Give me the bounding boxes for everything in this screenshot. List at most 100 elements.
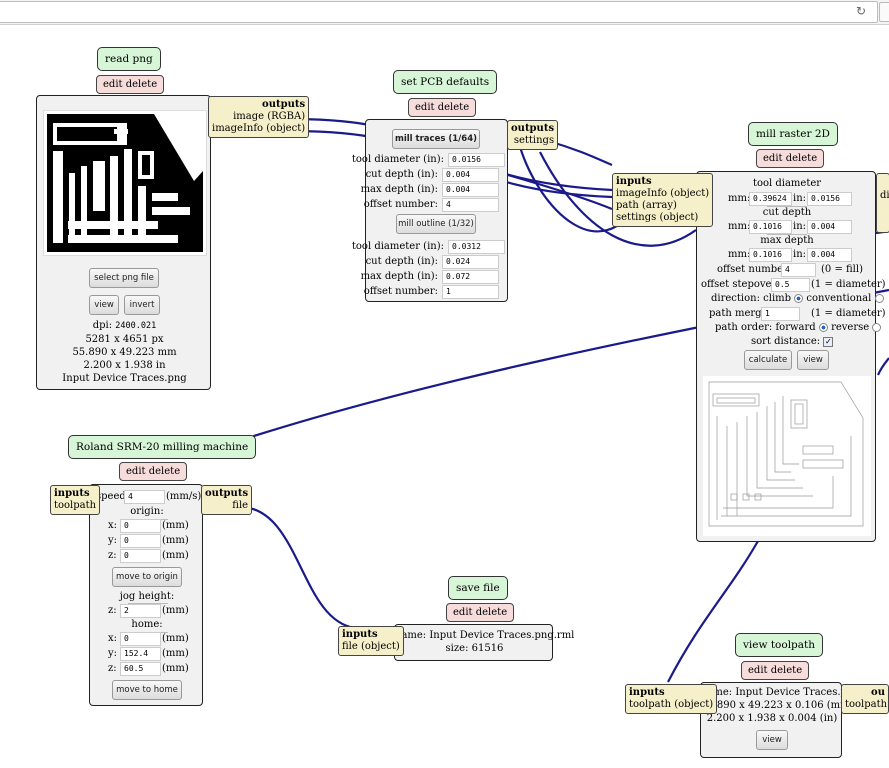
home-y-input[interactable]: 152.4: [120, 647, 161, 661]
roland-edit-delete: edit delete: [119, 462, 188, 481]
read-png-title[interactable]: read png: [97, 47, 161, 71]
mm-label: mm:: [728, 249, 751, 260]
cut-off-port[interactable]: di: [876, 173, 889, 233]
delete-link[interactable]: delete: [476, 607, 507, 618]
mill-raster-inputs[interactable]: inputs imageInfo (object) path (array) s…: [612, 173, 714, 227]
mm-label: mm:: [728, 193, 751, 204]
offset-number-label: offset number:: [363, 286, 438, 297]
mill-raster-edit-delete: edit delete: [756, 149, 825, 168]
max-depth-mm-input[interactable]: 0.1016: [749, 248, 792, 262]
view-toolpath-inputs[interactable]: inputs toolpath (object): [625, 684, 718, 714]
tool-diameter-in-input[interactable]: 0.0156: [807, 192, 852, 206]
home-z-input[interactable]: 60.5: [120, 662, 161, 676]
move-to-origin-button[interactable]: move to origin: [112, 567, 182, 587]
sort-distance-label: sort distance:: [751, 336, 821, 347]
speed-input[interactable]: 4: [124, 490, 165, 504]
pcb-defaults-outputs[interactable]: outputs settings: [507, 120, 559, 150]
conventional-radio[interactable]: [874, 294, 884, 303]
origin-y-input[interactable]: 0: [120, 534, 161, 548]
edit-link[interactable]: edit: [748, 665, 768, 676]
save-file-title[interactable]: save file: [448, 576, 508, 600]
save-file-inputs[interactable]: inputs file (object): [338, 626, 404, 656]
tool-diameter-input[interactable]: 0.0312: [448, 240, 505, 254]
reverse-radio[interactable]: [872, 323, 882, 332]
cut-depth-input[interactable]: 0.004: [442, 168, 499, 182]
in-label: in:: [793, 193, 807, 204]
edit-link[interactable]: edit: [103, 79, 123, 90]
input-path[interactable]: path (array): [616, 200, 709, 212]
jog-z-input[interactable]: 2: [120, 604, 161, 618]
inputs-label: inputs: [629, 687, 665, 698]
forward-radio[interactable]: [818, 323, 828, 332]
unit-label: (mm): [162, 550, 189, 561]
path-merge-input[interactable]: 1: [761, 307, 800, 321]
delete-link[interactable]: delete: [438, 102, 469, 113]
tool-diameter-input[interactable]: 0.0156: [448, 153, 505, 167]
mm-label: mm:: [728, 221, 751, 232]
cut-depth-mm-input[interactable]: 0.1016: [749, 220, 792, 234]
roland-inputs[interactable]: inputs toolpath: [50, 485, 101, 515]
max-depth-input[interactable]: 0.004: [442, 183, 499, 197]
mill-outline-button[interactable]: mill outline (1/32): [396, 214, 476, 234]
edit-link[interactable]: edit: [126, 466, 146, 477]
dpi-input[interactable]: 2400.021: [115, 321, 156, 331]
invert-button[interactable]: invert: [124, 295, 160, 315]
input-imageinfo[interactable]: imageInfo (object): [616, 188, 709, 200]
view-button[interactable]: view: [89, 295, 119, 315]
output-file[interactable]: file: [205, 500, 248, 512]
read-png-outputs[interactable]: outputs image (RGBA) imageInfo (object): [208, 96, 310, 138]
origin-z-input[interactable]: 0: [120, 549, 161, 563]
view-button[interactable]: view: [756, 730, 788, 750]
move-to-home-button[interactable]: move to home: [112, 680, 182, 700]
address-bar[interactable]: [0, 1, 878, 23]
save-file-edit-delete: edit delete: [446, 603, 515, 622]
mill-traces-button[interactable]: mill traces (1/64): [392, 129, 480, 149]
output-imageinfo[interactable]: imageInfo (object): [212, 123, 305, 135]
delete-link[interactable]: delete: [149, 466, 180, 477]
offset-number-input[interactable]: 4: [442, 198, 499, 212]
input-file[interactable]: file (object): [342, 641, 400, 653]
origin-x-input[interactable]: 0: [120, 519, 161, 533]
roland-module: speed: 4 (mm/s) origin: x: 0 (mm) y: 0 (…: [89, 484, 203, 706]
max-depth-in-input[interactable]: 0.004: [807, 248, 852, 262]
cut-off-module-port[interactable]: ou toolpath (o: [841, 684, 889, 714]
edit-link[interactable]: edit: [415, 102, 435, 113]
edit-link[interactable]: edit: [763, 153, 783, 164]
select-png-button[interactable]: select png file: [89, 268, 159, 288]
jog-height-heading: jog height:: [119, 591, 175, 602]
toolpath-name: name: Input Device Traces.png: [701, 687, 860, 698]
roland-outputs[interactable]: outputs file: [201, 485, 253, 515]
calculate-button[interactable]: calculate: [744, 350, 792, 370]
toolbar-button[interactable]: [879, 2, 889, 22]
delete-link[interactable]: delete: [771, 665, 802, 676]
output-image[interactable]: image (RGBA): [212, 111, 305, 123]
reload-icon[interactable]: ↻: [852, 3, 870, 19]
output-settings[interactable]: settings: [511, 135, 554, 147]
view-button[interactable]: view: [797, 350, 829, 370]
offset-number-input[interactable]: 1: [442, 285, 499, 299]
delete-link[interactable]: delete: [786, 153, 817, 164]
home-heading: home:: [131, 619, 163, 630]
cut-depth-in-input[interactable]: 0.004: [807, 220, 852, 234]
tool-diameter-mm-input[interactable]: 0.39624: [749, 192, 792, 206]
outputs-label: outputs: [262, 99, 306, 110]
delete-link[interactable]: delete: [126, 79, 157, 90]
view-toolpath-title[interactable]: view toolpath: [735, 633, 824, 657]
pcb-defaults-title[interactable]: set PCB defaults: [393, 70, 498, 94]
roland-title[interactable]: Roland SRM-20 milling machine: [68, 435, 257, 459]
cut-off-input-toolpath[interactable]: toolpath (o: [845, 699, 888, 711]
edit-link[interactable]: edit: [453, 607, 473, 618]
unit-label: (mm): [162, 535, 189, 546]
mill-raster-title[interactable]: mill raster 2D: [748, 122, 838, 146]
unit-label: (mm): [162, 663, 189, 674]
sort-distance-checkbox[interactable]: ✓: [823, 336, 834, 347]
offset-number-input[interactable]: 4: [781, 263, 816, 277]
cut-depth-input[interactable]: 0.024: [442, 255, 499, 269]
offset-stepover-input[interactable]: 0.5: [771, 278, 810, 292]
max-depth-input[interactable]: 0.072: [442, 270, 499, 284]
home-x-input[interactable]: 0: [120, 632, 161, 646]
input-settings[interactable]: settings (object): [616, 212, 709, 224]
input-toolpath[interactable]: toolpath (object): [629, 699, 713, 711]
input-toolpath[interactable]: toolpath: [54, 500, 96, 512]
climb-radio[interactable]: [794, 294, 804, 303]
